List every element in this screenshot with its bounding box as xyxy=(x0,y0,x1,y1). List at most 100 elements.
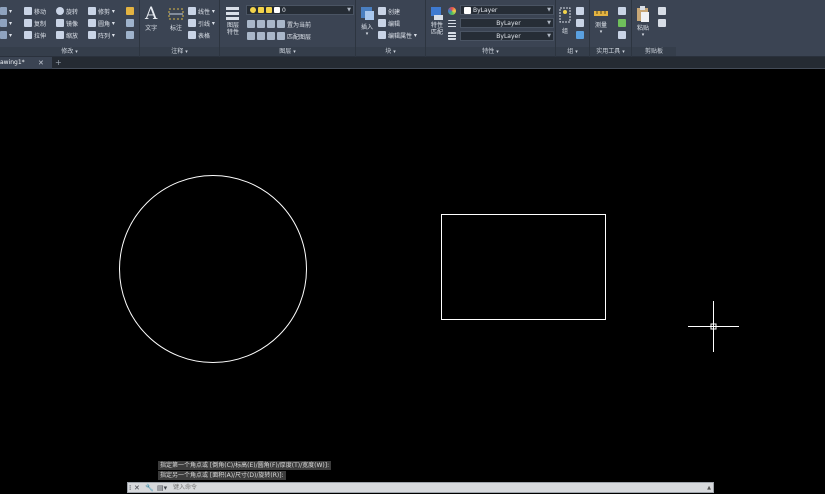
chevron-down-icon: ▼ xyxy=(347,7,351,13)
move-icon xyxy=(24,7,32,15)
array-button[interactable]: 阵列 ▾ xyxy=(88,30,115,40)
properties-panel-title[interactable]: 特性 ▾ xyxy=(426,47,555,56)
group-select-icon xyxy=(576,31,584,39)
wrench-icon[interactable]: 🔧 xyxy=(145,483,154,493)
linear-dim-button[interactable]: 线性 ▾ xyxy=(188,6,215,16)
ribbon: ▾ ▾ ▾ 移动 复制 拉伸 旋转 镜像 缩放 修剪 ▾ 圆角 ▾ 阵列 ▾ 修… xyxy=(0,0,825,57)
group-edit-button[interactable] xyxy=(576,18,586,28)
sun-icon xyxy=(258,7,264,13)
paste-button[interactable]: 粘贴 ▾ xyxy=(635,5,651,38)
mod-left-btn-2[interactable]: ▾ xyxy=(0,18,12,28)
measure-chevron-icon: ▾ xyxy=(599,29,603,35)
layer-tools-row-1[interactable]: 置为当前 xyxy=(247,19,311,29)
chevron-down-icon: ▼ xyxy=(547,20,551,26)
group-edit-icon xyxy=(576,19,584,27)
properties-panel: 特性匹配 ByLayer ▼ ByLayer ▼ ByLayer ▼ 特性 ▾ xyxy=(426,0,556,57)
groups-panel: 组 组 ▾ xyxy=(556,0,590,57)
ungroup-button[interactable] xyxy=(576,6,586,16)
color-dropdown[interactable]: ByLayer ▼ xyxy=(460,5,554,15)
cut-clip-button[interactable] xyxy=(658,18,668,28)
modify-panel-title[interactable]: 修改 ▾ xyxy=(0,47,139,56)
utilities-panel: 测量 ▾ 实用工具 ▾ xyxy=(590,0,632,57)
group-icon xyxy=(559,7,571,23)
pen-tool-button[interactable] xyxy=(126,6,136,16)
utilities-panel-title[interactable]: 实用工具 ▾ xyxy=(590,47,631,56)
util-btn-3[interactable] xyxy=(618,30,628,40)
mod-extra-btn-2[interactable] xyxy=(126,18,136,28)
lineweight-icon-button[interactable] xyxy=(448,31,458,41)
lineweight-dropdown[interactable]: ByLayer ▼ xyxy=(460,31,554,41)
text-button[interactable]: A 文字 xyxy=(145,5,157,32)
insert-icon xyxy=(361,7,374,20)
close-icon[interactable]: ✕ xyxy=(38,57,44,69)
linetype-dropdown[interactable]: ByLayer ▼ xyxy=(460,18,554,28)
create-block-button[interactable]: 创建 xyxy=(378,6,400,16)
insert-block-button[interactable]: 插入 ▾ xyxy=(358,4,376,37)
edit-attribute-button[interactable]: 编辑属性 ▾ xyxy=(378,30,417,40)
linetype-icon-button[interactable] xyxy=(448,19,458,29)
group-button[interactable]: 组 xyxy=(558,6,572,35)
lock-icon xyxy=(266,7,272,13)
layer-tools-row-2[interactable]: 匹配图层 xyxy=(247,31,311,41)
array-icon xyxy=(88,31,96,39)
scale-button[interactable]: 缩放 xyxy=(56,30,78,40)
paste-chevron-icon: ▾ xyxy=(641,32,645,38)
mod-left-btn-3[interactable]: ▾ xyxy=(0,30,12,40)
match-properties-icon xyxy=(431,7,443,20)
dimension-button[interactable]: 标注 xyxy=(167,5,185,32)
lineweight-icon xyxy=(448,32,456,40)
close-icon[interactable]: ✕ xyxy=(134,483,140,493)
util-btn-2[interactable] xyxy=(618,18,628,28)
measure-button[interactable]: 测量 ▾ xyxy=(593,6,609,35)
ungroup-icon xyxy=(576,7,584,15)
clipboard-icon xyxy=(637,6,649,22)
copy-with-base-icon xyxy=(658,19,666,27)
match-layer-label: 匹配图层 xyxy=(287,33,312,41)
recent-commands-icon[interactable]: ▤▾ xyxy=(157,483,167,493)
command-input[interactable] xyxy=(173,483,693,493)
trim-button[interactable]: 修剪 ▾ xyxy=(88,6,115,16)
edit-attribute-icon xyxy=(378,31,386,39)
table-button[interactable]: 表格 xyxy=(188,30,210,40)
circle-entity[interactable] xyxy=(119,175,307,363)
mod-extra-btn-3[interactable] xyxy=(126,30,136,40)
rotate-button[interactable]: 旋转 xyxy=(56,6,78,16)
calc-grid-icon xyxy=(618,31,626,39)
mod-left-btn-1[interactable]: ▾ xyxy=(0,6,12,16)
leader-button[interactable]: 引线 ▾ xyxy=(188,18,215,28)
color-wheel-button[interactable] xyxy=(448,6,458,16)
move-button[interactable]: 移动 xyxy=(24,6,46,16)
scale-icon xyxy=(56,31,64,39)
set-current-icon xyxy=(277,20,285,28)
groups-panel-title[interactable]: 组 ▾ xyxy=(556,47,589,56)
edit-block-button[interactable]: 编辑 xyxy=(378,18,400,28)
drawing-canvas[interactable] xyxy=(0,70,825,494)
drag-handle-icon[interactable]: ⁞ xyxy=(129,483,131,493)
rectangle-entity[interactable] xyxy=(441,214,606,320)
group-select-button[interactable] xyxy=(576,30,586,40)
drawing-tab[interactable]: awing1* ✕ xyxy=(0,57,52,69)
annotation-panel: A 文字 标注 线性 ▾ 引线 ▾ 表格 注释 ▾ xyxy=(140,0,220,57)
layer-properties-button[interactable]: 图层特性 xyxy=(224,4,242,36)
mirror-button[interactable]: 镜像 xyxy=(56,18,78,28)
new-tab-plus-icon[interactable]: + xyxy=(55,57,62,69)
command-history-line-2: 指定另一个角点或 [面积(A)/尺寸(D)/旋转(R)]: xyxy=(158,471,286,480)
block-panel: 插入 ▾ 创建 编辑 编辑属性 ▾ 块 ▾ xyxy=(356,0,426,57)
copy-clip-button[interactable] xyxy=(658,6,668,16)
block-panel-title[interactable]: 块 ▾ xyxy=(356,47,425,56)
linetype-icon xyxy=(448,20,456,28)
document-tab-bar: awing1* ✕ + xyxy=(0,57,825,69)
util-btn-1[interactable] xyxy=(618,6,628,16)
copy-button[interactable]: 复制 xyxy=(24,18,46,28)
rotate-icon xyxy=(56,7,64,15)
copy-clip-icon xyxy=(658,7,666,15)
match-properties-button[interactable]: 特性匹配 xyxy=(428,4,446,36)
current-layer-dropdown[interactable]: 0 ▼ xyxy=(246,5,354,15)
stretch-button[interactable]: 拉伸 xyxy=(24,30,46,40)
fillet-button[interactable]: 圆角 ▾ xyxy=(88,18,115,28)
clipboard-panel-title: 剪贴板 xyxy=(632,47,676,56)
quick-select-icon xyxy=(618,19,626,27)
layers-panel-title[interactable]: 图层 ▾ xyxy=(220,47,355,56)
chevron-up-icon[interactable]: ▲ xyxy=(707,483,711,493)
annotation-panel-title[interactable]: 注释 ▾ xyxy=(140,47,219,56)
